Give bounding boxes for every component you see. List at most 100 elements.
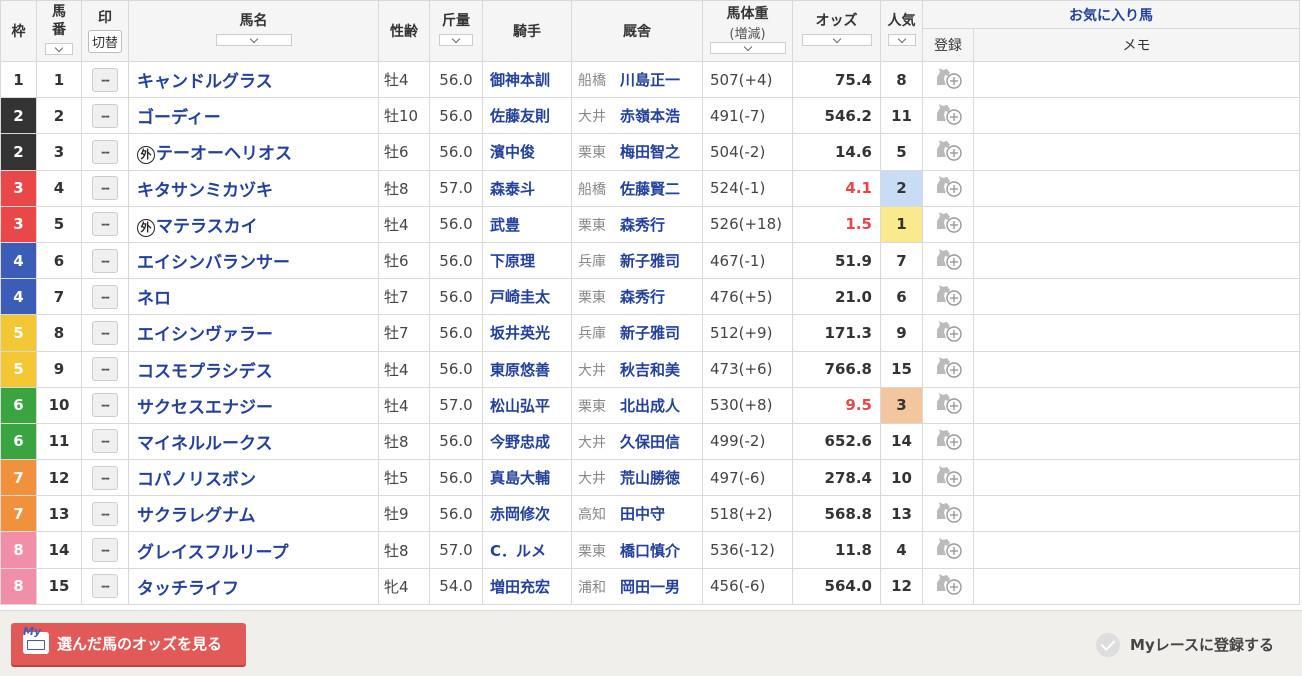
trainer-link[interactable]: 赤嶺本浩 (620, 107, 680, 125)
horse-name-link[interactable]: マイネルルークス (137, 434, 273, 454)
header-umaban[interactable]: 馬番 (36, 0, 82, 62)
memo-cell[interactable] (973, 205, 1300, 243)
memo-cell[interactable] (973, 350, 1300, 388)
jockey-link[interactable]: 佐藤友則 (490, 107, 550, 125)
memo-cell[interactable] (973, 459, 1300, 497)
mark-button[interactable]: -- (92, 284, 118, 309)
memo-cell[interactable] (973, 278, 1300, 316)
memo-cell[interactable] (973, 495, 1300, 533)
sort-icon[interactable] (45, 43, 73, 55)
jockey-link[interactable]: 真島大輔 (490, 469, 550, 487)
trainer-link[interactable]: 新子雅司 (620, 252, 680, 270)
horse-name-link[interactable]: エイシンバランサー (137, 253, 290, 273)
add-favorite-horse-icon[interactable] (933, 426, 963, 452)
add-favorite-horse-icon[interactable] (933, 173, 963, 199)
add-favorite-horse-icon[interactable] (933, 535, 963, 561)
memo-cell[interactable] (973, 133, 1300, 171)
add-favorite-horse-icon[interactable] (933, 209, 963, 235)
horse-name-link[interactable]: サクセスエナジー (137, 398, 273, 418)
trainer-link[interactable]: 森秀行 (620, 216, 665, 234)
jockey-link[interactable]: 東原悠善 (490, 361, 550, 379)
mark-button[interactable]: -- (92, 176, 118, 201)
sort-icon[interactable] (439, 34, 473, 46)
header-kinryo[interactable]: 斤量 (429, 0, 483, 62)
trainer-link[interactable]: 荒山勝徳 (620, 469, 680, 487)
horse-name-link[interactable]: ゴーディー (137, 108, 221, 128)
jockey-link[interactable]: 今野忠成 (490, 433, 550, 451)
mark-button[interactable]: -- (92, 393, 118, 418)
add-favorite-horse-icon[interactable] (933, 390, 963, 416)
jockey-link[interactable]: 濱中俊 (490, 143, 535, 161)
sort-icon[interactable] (801, 34, 872, 46)
memo-cell[interactable] (973, 531, 1300, 569)
trainer-link[interactable]: 森秀行 (620, 288, 665, 306)
mark-button[interactable]: -- (92, 465, 118, 490)
memo-cell[interactable] (973, 422, 1300, 461)
horse-name-link[interactable]: マテラスカイ (156, 217, 258, 237)
horse-name-link[interactable]: コパノリスボン (137, 470, 256, 490)
trainer-link[interactable]: 梅田智之 (620, 143, 680, 161)
jockey-link[interactable]: 松山弘平 (490, 397, 550, 415)
memo-cell[interactable] (973, 241, 1300, 280)
jockey-link[interactable]: 増田充宏 (490, 578, 550, 596)
jockey-link[interactable]: 森泰斗 (490, 180, 535, 198)
memo-cell[interactable] (973, 386, 1300, 424)
trainer-link[interactable]: 川島正一 (620, 71, 680, 89)
trainer-link[interactable]: 秋吉和美 (620, 361, 680, 379)
horse-name-link[interactable]: キャンドルグラス (137, 72, 273, 92)
sort-icon[interactable] (709, 41, 786, 54)
mark-button[interactable]: -- (92, 139, 118, 164)
add-favorite-horse-icon[interactable] (933, 318, 963, 344)
trainer-link[interactable]: 新子雅司 (620, 324, 680, 342)
jockey-link[interactable]: 御神本訓 (490, 71, 550, 89)
trainer-link[interactable]: 岡田一男 (620, 578, 680, 596)
mark-button[interactable]: -- (92, 538, 118, 563)
horse-name-link[interactable]: グレイスフルリープ (137, 543, 288, 563)
horse-name-link[interactable]: キタサンミカヅキ (137, 181, 273, 201)
memo-cell[interactable] (973, 169, 1300, 207)
header-name[interactable]: 馬名 (128, 0, 379, 62)
horse-name-link[interactable]: タッチライフ (137, 579, 239, 599)
mark-button[interactable]: -- (92, 574, 118, 599)
mark-button[interactable]: -- (92, 67, 118, 92)
add-favorite-horse-icon[interactable] (933, 463, 963, 489)
add-favorite-horse-icon[interactable] (933, 246, 963, 272)
add-favorite-horse-icon[interactable] (933, 571, 963, 597)
trainer-link[interactable]: 田中守 (620, 505, 665, 523)
jockey-link[interactable]: 赤岡修次 (490, 505, 550, 523)
mark-button[interactable]: -- (92, 248, 118, 273)
myrace-register-button[interactable]: Myレースに登録する (1096, 633, 1274, 657)
jockey-link[interactable]: C．ルメ (490, 542, 546, 560)
add-favorite-horse-icon[interactable] (933, 101, 963, 127)
jockey-link[interactable]: 戸崎圭太 (490, 288, 550, 306)
header-ninki[interactable]: 人気 (880, 0, 923, 62)
trainer-link[interactable]: 橋口慎介 (620, 542, 680, 560)
trainer-link[interactable]: 久保田信 (620, 433, 680, 451)
selected-odds-button[interactable]: My 選んだ馬のオッズを見る (11, 623, 246, 665)
horse-name-link[interactable]: テーオーヘリオス (156, 144, 292, 164)
mark-button[interactable]: -- (92, 320, 118, 345)
add-favorite-horse-icon[interactable] (933, 354, 963, 380)
sort-icon[interactable] (215, 34, 292, 46)
add-favorite-horse-icon[interactable] (933, 137, 963, 163)
mark-button[interactable]: -- (92, 357, 118, 382)
jockey-link[interactable]: 下原理 (490, 252, 535, 270)
add-favorite-horse-icon[interactable] (933, 499, 963, 525)
mark-button[interactable]: -- (92, 429, 118, 454)
jockey-link[interactable]: 坂井英光 (490, 324, 550, 342)
trainer-link[interactable]: 佐藤賢二 (620, 180, 680, 198)
mark-button[interactable]: -- (92, 501, 118, 526)
horse-name-link[interactable]: エイシンヴァラー (137, 325, 273, 345)
horse-name-link[interactable]: コスモプラシデス (137, 362, 273, 382)
memo-cell[interactable] (973, 97, 1300, 135)
add-favorite-horse-icon[interactable] (933, 65, 963, 91)
header-odds[interactable]: オッズ (792, 0, 881, 62)
memo-cell[interactable] (973, 60, 1300, 99)
sort-icon[interactable] (887, 34, 916, 46)
horse-name-link[interactable]: ネロ (137, 289, 171, 309)
header-weight[interactable]: 馬体重 (増減) (702, 0, 793, 62)
memo-cell[interactable] (973, 567, 1300, 605)
mark-button[interactable]: -- (92, 103, 118, 128)
horse-name-link[interactable]: サクラレグナム (137, 506, 256, 526)
memo-cell[interactable] (973, 314, 1300, 352)
